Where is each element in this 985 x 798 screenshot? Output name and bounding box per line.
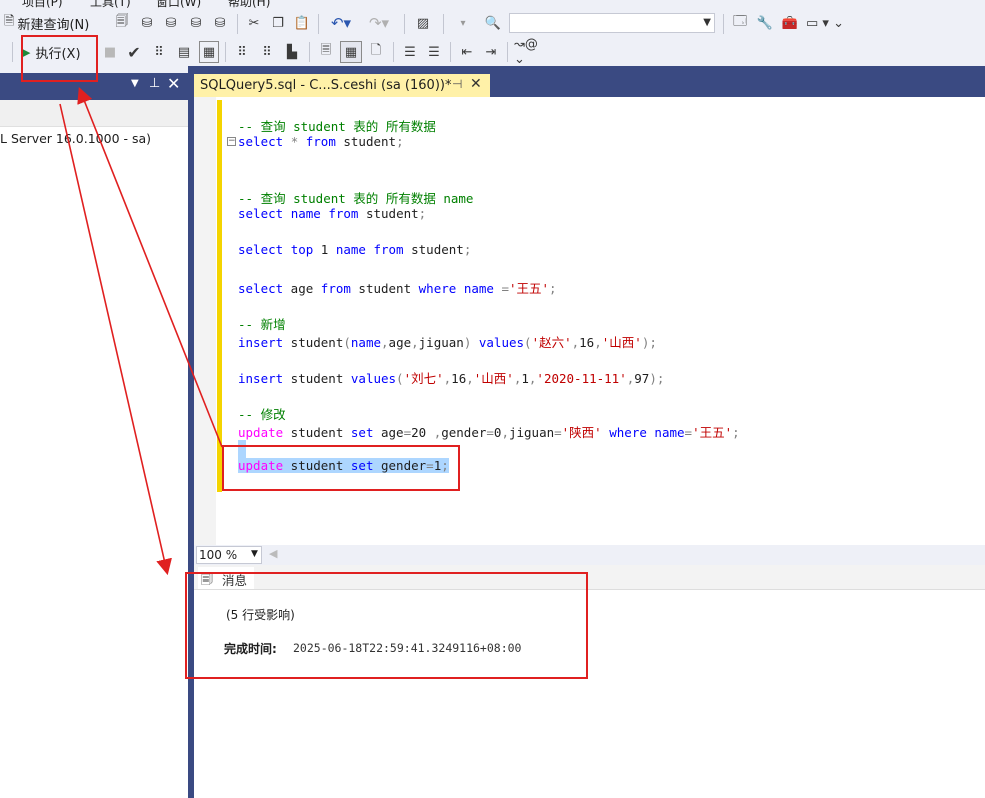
arrow-to-execute <box>77 87 223 448</box>
annotation-arrows <box>59 87 223 576</box>
